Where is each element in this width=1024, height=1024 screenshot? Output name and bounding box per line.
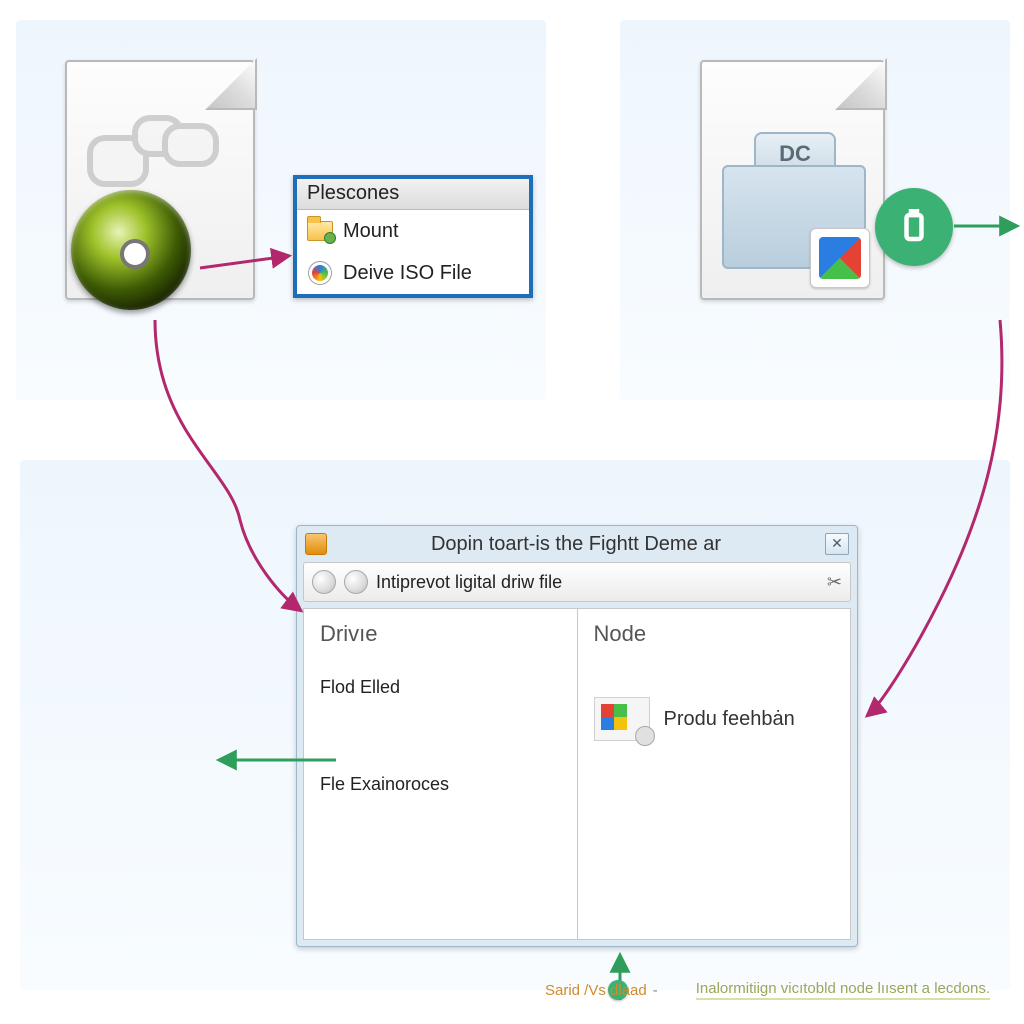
toolbar-text: Intiprevot ligital driw file (376, 572, 562, 593)
right-column: Node Produ feehbȧn (577, 609, 851, 939)
dc-file-icon[interactable]: DC (700, 60, 885, 300)
iso-file-icon[interactable] (65, 60, 255, 300)
caption-dash: - (653, 982, 658, 999)
window-toolbar: Intiprevot ligital driw file ✂ (303, 562, 851, 602)
node-item[interactable]: Produ feehbȧn (594, 697, 835, 741)
toolbar-action-icon[interactable]: ✂ (827, 572, 842, 593)
list-item[interactable]: Fle Exainoroces (320, 774, 561, 795)
disc-icon (71, 190, 191, 310)
caption-part2: Inalormitiign vicıtobld node lıısent a l… (696, 980, 990, 1000)
node-item-label: Produ feehbȧn (664, 708, 795, 731)
explorer-window: Dopin toart-is the Fightt Deme ar ✕ Inti… (296, 525, 858, 947)
right-heading: Node (594, 621, 835, 647)
toolbar-forward-icon[interactable] (344, 570, 368, 594)
toolbar-back-icon[interactable] (312, 570, 336, 594)
context-menu-title: Plescones (297, 179, 529, 210)
list-item[interactable]: Flod Elled (320, 677, 561, 698)
left-column: Drivıe Flod Elled Fle Exainoroces (304, 609, 577, 939)
windows-flag-icon (594, 697, 650, 741)
context-menu-item-derive-iso[interactable]: Deive ISO File (297, 252, 529, 294)
generic-glyph-icon (87, 115, 217, 195)
program-overlay-icon (810, 228, 870, 288)
context-menu-item-mount[interactable]: Mount (297, 210, 529, 252)
window-body: Drivıe Flod Elled Fle Exainoroces Node P… (303, 608, 851, 940)
battery-badge-icon (875, 188, 953, 266)
gear-icon (307, 260, 333, 286)
caption-bar: Sarid /Vs dlaad - Inalormitiign vicıtobl… (545, 976, 990, 1004)
context-menu: Plescones Mount Deive ISO File (293, 175, 533, 298)
left-heading: Drivıe (320, 621, 561, 647)
context-menu-item-label: Mount (343, 220, 399, 243)
context-menu-item-label: Deive ISO File (343, 262, 472, 285)
window-title: Dopin toart-is the Fightt Deme ar (327, 533, 825, 556)
folder-icon (307, 218, 333, 244)
window-titlebar[interactable]: Dopin toart-is the Fightt Deme ar ✕ (297, 526, 857, 562)
app-icon (305, 533, 327, 555)
caption-part1: Sarid /Vs dlaad (545, 982, 647, 999)
window-close-button[interactable]: ✕ (825, 533, 849, 555)
